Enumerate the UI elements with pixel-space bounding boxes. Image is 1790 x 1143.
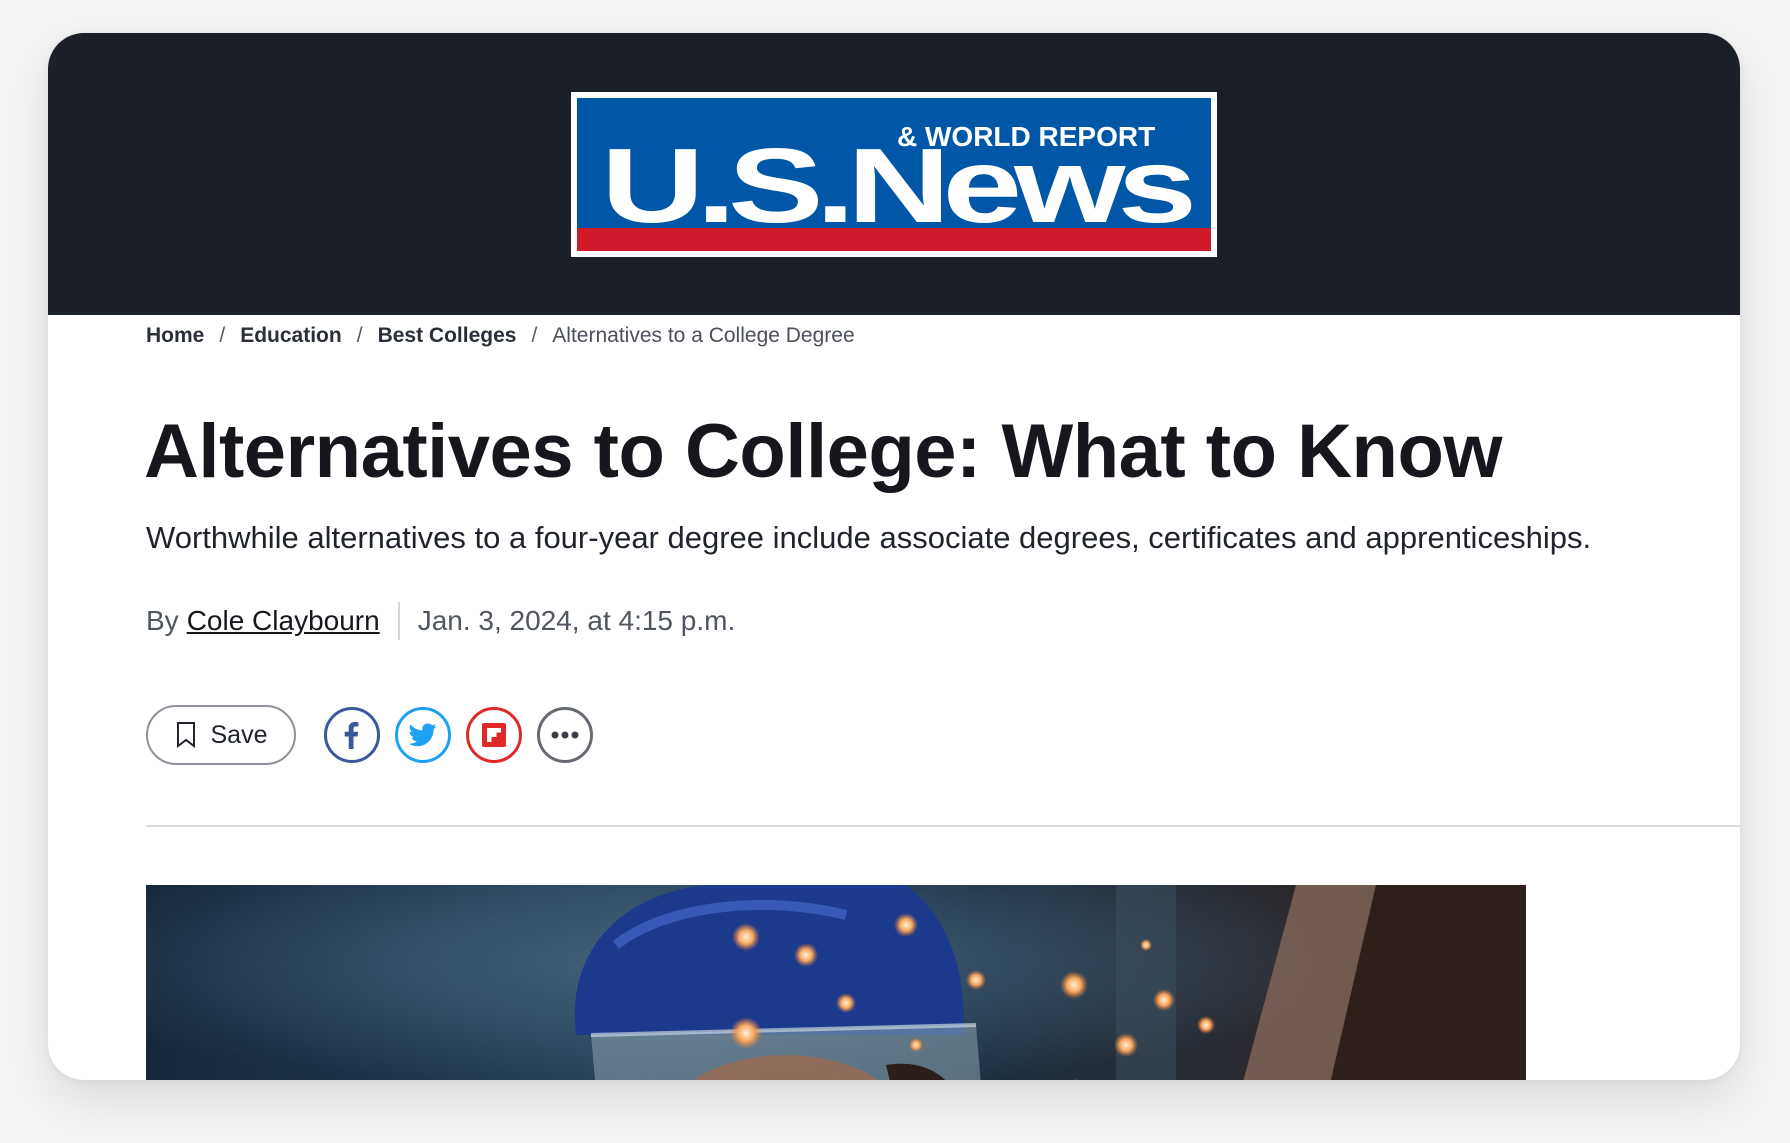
more-share-button[interactable] <box>537 707 593 763</box>
article-actions: Save <box>146 705 593 765</box>
breadcrumb-home[interactable]: Home <box>146 324 204 348</box>
flipboard-share-button[interactable] <box>466 707 522 763</box>
author-link[interactable]: Cole Claybourn <box>187 605 380 637</box>
breadcrumb-best-colleges[interactable]: Best Colleges <box>378 324 517 348</box>
bookmark-icon <box>176 722 195 748</box>
breadcrumb-separator: / <box>219 324 226 347</box>
breadcrumb-education[interactable]: Education <box>240 324 342 348</box>
share-buttons <box>324 707 593 763</box>
twitter-icon <box>409 723 437 747</box>
save-label: Save <box>210 720 268 749</box>
section-divider <box>146 825 1740 827</box>
article-dek: Worthwhile alternatives to a four-year d… <box>146 520 1592 555</box>
browser-window: & WORLD REPORT U.S.News Home / Education… <box>48 33 1740 1080</box>
welder-photo <box>146 885 1526 1080</box>
facebook-share-button[interactable] <box>324 707 380 763</box>
breadcrumb-separator: / <box>356 324 363 347</box>
byline: By Cole Claybourn Jan. 3, 2024, at 4:15 … <box>146 602 735 640</box>
hero-image <box>146 885 1526 1080</box>
breadcrumb-current: Alternatives to a College Degree <box>552 324 855 347</box>
facebook-icon <box>344 722 359 749</box>
logo-wordmark: U.S.News <box>601 127 1192 245</box>
byline-prefix: By <box>146 605 179 636</box>
twitter-share-button[interactable] <box>395 707 451 763</box>
breadcrumb-separator: / <box>531 324 538 347</box>
masthead: & WORLD REPORT U.S.News <box>48 33 1740 315</box>
more-icon <box>551 731 579 739</box>
article-headline: Alternatives to College: What to Know <box>144 409 1503 494</box>
publish-date: Jan. 3, 2024, at 4:15 p.m. <box>417 605 736 636</box>
byline-divider <box>397 602 400 640</box>
usnews-logo[interactable]: & WORLD REPORT U.S.News <box>571 92 1217 257</box>
save-button[interactable]: Save <box>146 705 296 765</box>
breadcrumb: Home / Education / Best Colleges / Alter… <box>146 324 855 348</box>
flipboard-icon <box>482 723 506 747</box>
